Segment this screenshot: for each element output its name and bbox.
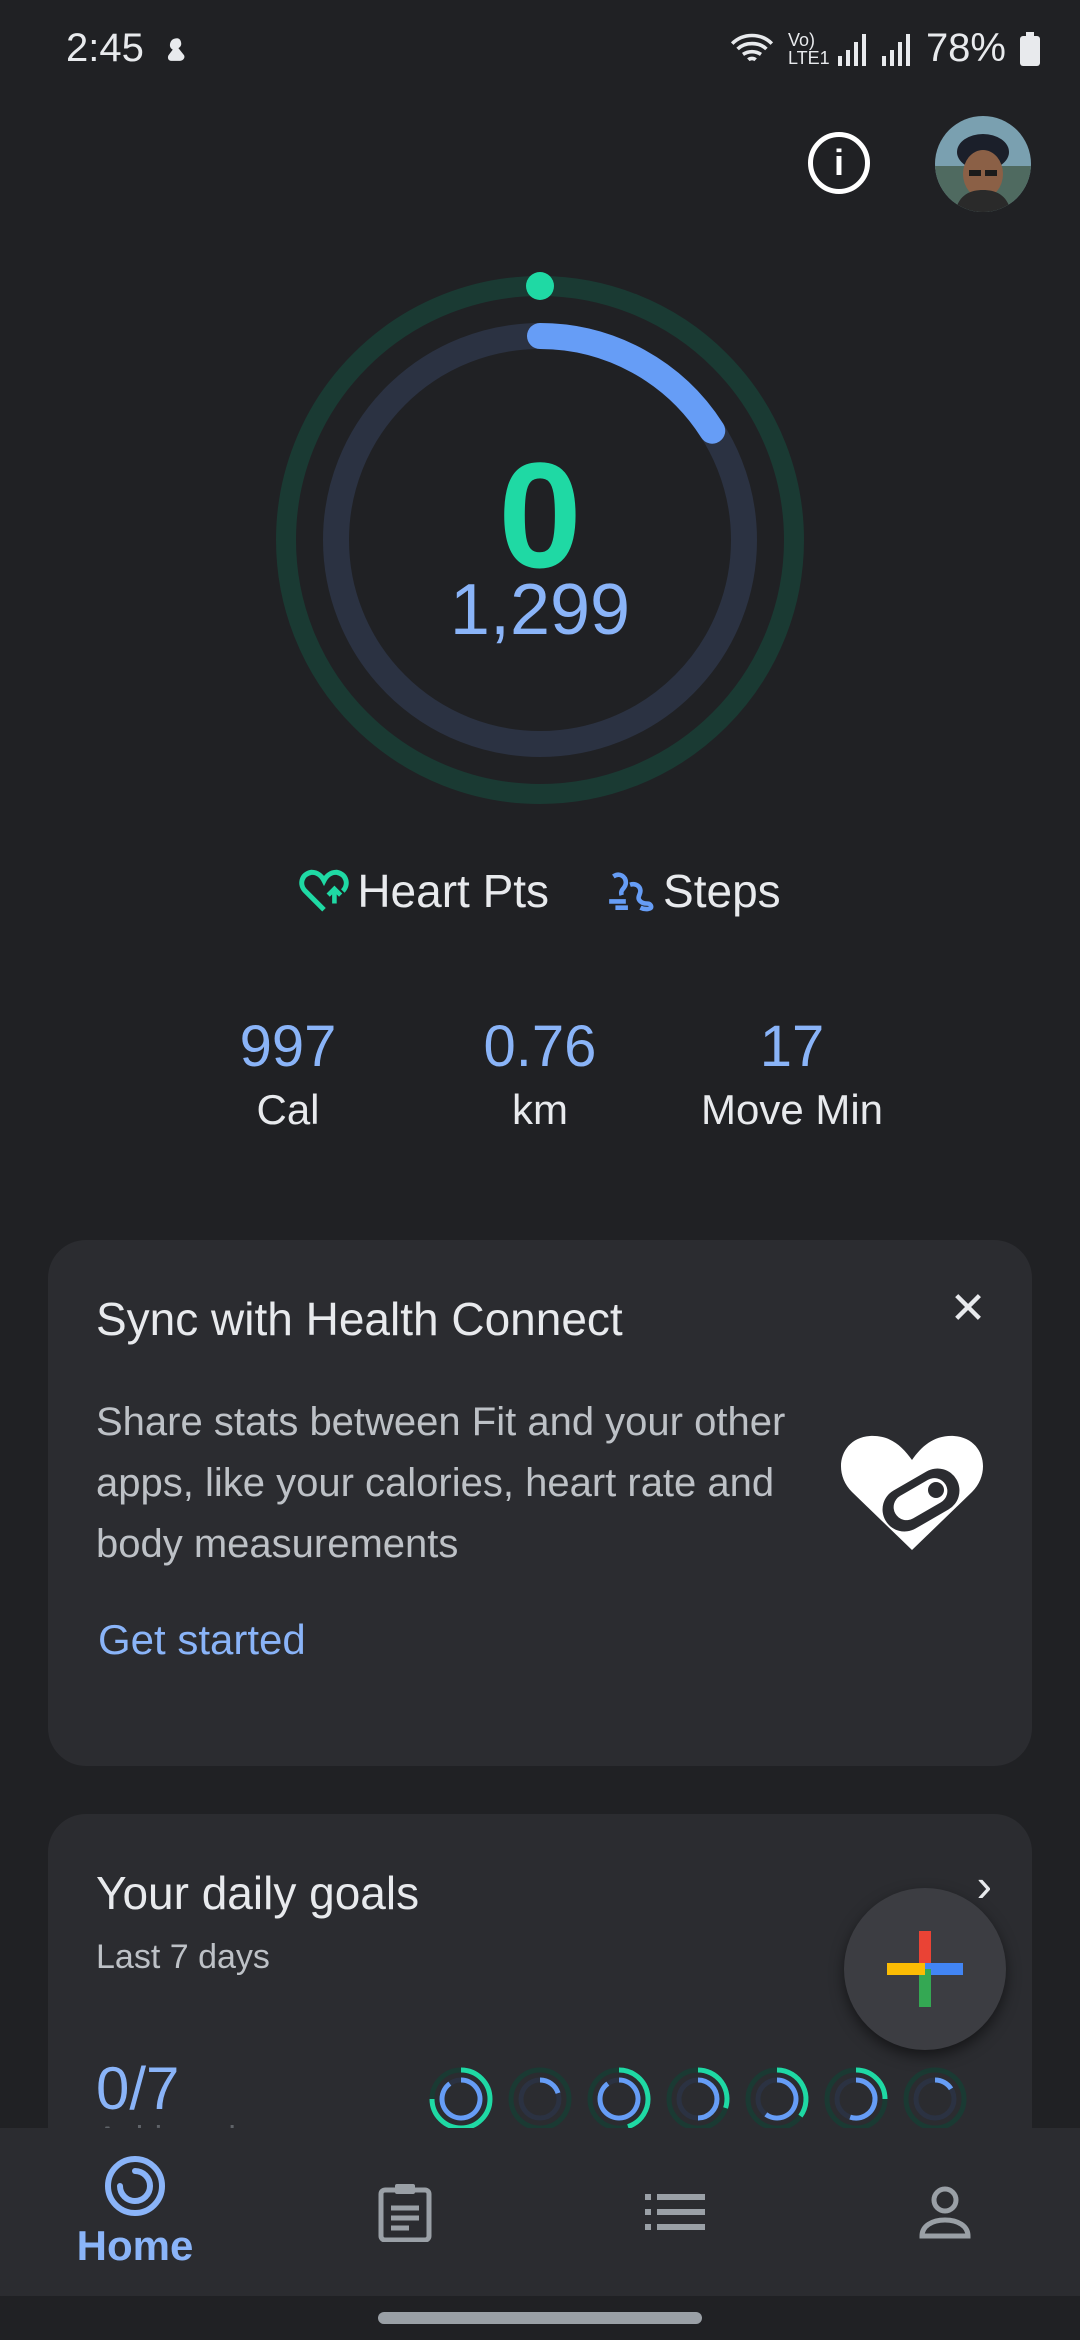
steps-ring-progress bbox=[527, 323, 726, 444]
health-connect-description: Share stats between Fit and your other a… bbox=[96, 1400, 786, 1566]
metric-move-min: 17 Move Min bbox=[662, 1010, 922, 1136]
bottom-navigation: Home bbox=[0, 2128, 1080, 2296]
metric-distance: 0.76 km bbox=[410, 1010, 670, 1136]
day-ring bbox=[666, 2067, 730, 2131]
steps-value: 1,299 bbox=[449, 570, 631, 650]
day-steps-arc bbox=[597, 2077, 641, 2121]
home-icon bbox=[105, 2156, 165, 2216]
add-activity-button[interactable] bbox=[844, 1888, 1006, 2050]
browse-icon bbox=[645, 2194, 705, 2230]
battery-icon bbox=[1020, 31, 1040, 66]
day-ring bbox=[824, 2067, 888, 2131]
signal-icon-1 bbox=[837, 33, 866, 66]
day-steps-arc bbox=[539, 2077, 561, 2095]
day-steps-arc bbox=[764, 2077, 799, 2121]
nav-profile[interactable] bbox=[850, 2128, 1040, 2296]
info-icon[interactable]: i bbox=[808, 132, 870, 194]
nav-browse[interactable] bbox=[580, 2128, 770, 2296]
nav-journal[interactable] bbox=[310, 2128, 500, 2296]
wifi-icon bbox=[730, 33, 774, 61]
metric-distance-label: km bbox=[512, 1086, 568, 1133]
day-steps-arc bbox=[697, 2077, 720, 2121]
ring-legend: Heart Pts Steps bbox=[0, 864, 1080, 918]
goals-achieved-count: 0/7 bbox=[96, 2055, 180, 2122]
notification-icon bbox=[167, 38, 185, 61]
plus-icon bbox=[887, 1931, 963, 2007]
day-ring bbox=[745, 2067, 809, 2131]
day-steps-arc bbox=[934, 2077, 954, 2091]
status-time: 2:45 bbox=[66, 26, 144, 70]
profile-avatar[interactable] bbox=[935, 116, 1031, 212]
health-connect-title: Sync with Health Connect bbox=[96, 1293, 623, 1345]
legend-heart-label: Heart Pts bbox=[357, 865, 550, 917]
day-ring bbox=[429, 2067, 493, 2131]
day-ring bbox=[903, 2067, 967, 2131]
profile-icon bbox=[919, 2186, 971, 2239]
legend-steps-label: Steps bbox=[663, 865, 781, 917]
journal-icon bbox=[378, 2184, 432, 2242]
get-started-button[interactable]: Get started bbox=[98, 1616, 306, 1664]
metric-move-min-value: 17 bbox=[759, 1014, 825, 1079]
day-steps-arc bbox=[849, 2077, 878, 2121]
close-icon[interactable]: ✕ bbox=[940, 1280, 996, 1336]
legend-heart-points: Heart Pts bbox=[299, 864, 549, 918]
heart-points-value: 0 bbox=[498, 431, 582, 599]
nav-home[interactable]: Home bbox=[40, 2128, 230, 2296]
signal-icon-2 bbox=[881, 33, 910, 66]
gesture-bar[interactable] bbox=[378, 2312, 702, 2324]
legend-steps: Steps bbox=[605, 864, 781, 918]
nav-home-label: Home bbox=[76, 2222, 194, 2269]
steps-icon bbox=[609, 872, 654, 912]
heart-icon bbox=[299, 869, 350, 912]
heart-points-ring-dot bbox=[526, 272, 554, 300]
daily-goals-subtitle: Last 7 days bbox=[96, 1938, 270, 1976]
day-ring bbox=[508, 2067, 572, 2131]
chevron-right-icon[interactable]: › bbox=[977, 1858, 992, 1912]
metric-calories-value: 997 bbox=[239, 1014, 337, 1079]
network-type: Vo) LTE1 bbox=[787, 29, 830, 68]
status-icons: Vo) LTE1 78% bbox=[730, 26, 1040, 71]
day-steps-arc bbox=[439, 2077, 483, 2121]
metric-distance-value: 0.76 bbox=[483, 1014, 597, 1079]
battery-percent: 78% bbox=[925, 26, 1006, 70]
health-connect-card: Sync with Health Connect ✕ Share stats b… bbox=[48, 1240, 1032, 1766]
metric-move-min-label: Move Min bbox=[700, 1086, 884, 1133]
metric-calories: 997 Cal bbox=[158, 1010, 418, 1136]
metric-calories-label: Cal bbox=[256, 1086, 320, 1133]
health-connect-icon bbox=[840, 1435, 984, 1550]
daily-goals-title: Your daily goals bbox=[96, 1867, 420, 1919]
day-ring bbox=[587, 2067, 651, 2131]
